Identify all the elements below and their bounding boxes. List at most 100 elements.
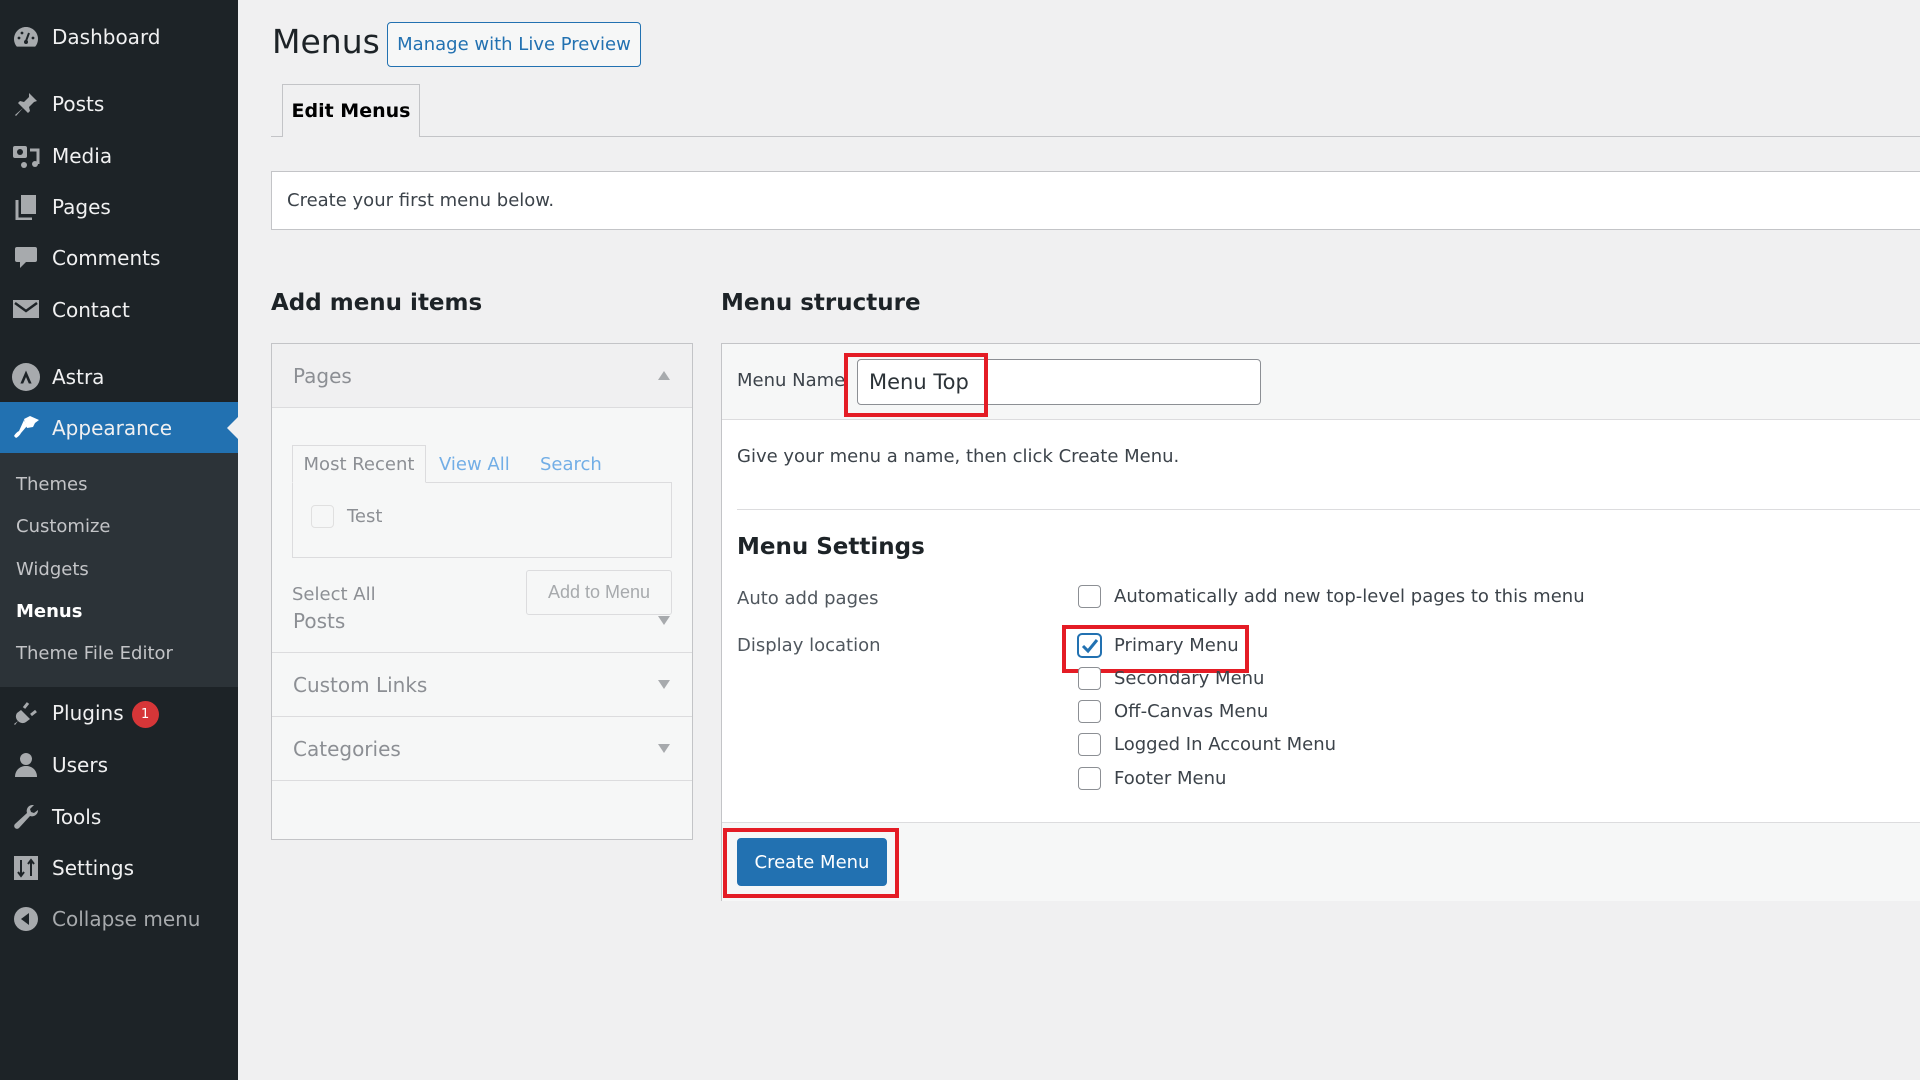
tab-most-recent[interactable]: Most Recent bbox=[292, 445, 426, 483]
location-footer-menu[interactable]: Footer Menu bbox=[1078, 767, 1226, 790]
accordion-posts[interactable]: Posts bbox=[272, 589, 692, 653]
checkbox[interactable] bbox=[1078, 733, 1101, 756]
checkbox[interactable] bbox=[1078, 585, 1101, 608]
sidebar-item-astra[interactable]: Astra bbox=[0, 355, 238, 399]
pages-accordion-body: Most Recent View All Search Test Select … bbox=[272, 408, 692, 615]
wrench-icon bbox=[12, 803, 40, 831]
section-divider bbox=[737, 509, 1920, 510]
paintbrush-icon bbox=[12, 414, 40, 442]
accordion-title: Pages bbox=[293, 363, 352, 388]
manage-live-preview-button[interactable]: Manage with Live Preview bbox=[387, 22, 641, 67]
accordion-custom-links[interactable]: Custom Links bbox=[272, 653, 692, 717]
accordion-pages[interactable]: Pages bbox=[272, 344, 692, 408]
option-label: Automatically add new top-level pages to… bbox=[1114, 586, 1585, 607]
tab-view-all[interactable]: View All bbox=[439, 445, 510, 483]
expand-triangle-icon bbox=[658, 744, 670, 753]
location-secondary-menu[interactable]: Secondary Menu bbox=[1078, 667, 1264, 690]
option-label: Logged In Account Menu bbox=[1114, 734, 1337, 755]
admin-sidebar: Dashboard Posts Media Pages Comments Con… bbox=[0, 0, 238, 1080]
plugins-label: Plugins bbox=[52, 700, 124, 725]
checkbox[interactable] bbox=[1078, 767, 1101, 790]
sidebar-item-label: Dashboard bbox=[52, 25, 161, 49]
sliders-icon bbox=[12, 854, 40, 882]
sidebar-item-users[interactable]: Users bbox=[0, 743, 238, 787]
accordion-categories[interactable]: Categories bbox=[272, 717, 692, 781]
expand-triangle-icon bbox=[658, 616, 670, 625]
astra-logo-icon bbox=[12, 363, 40, 391]
pages-icon bbox=[12, 193, 40, 221]
collapse-triangle-icon bbox=[658, 371, 670, 380]
location-logged-in-account-menu[interactable]: Logged In Account Menu bbox=[1078, 733, 1336, 756]
tab-search[interactable]: Search bbox=[540, 445, 602, 483]
menu-structure-heading: Menu structure bbox=[721, 290, 921, 316]
tab-edit-menus[interactable]: Edit Menus bbox=[282, 84, 420, 137]
sidebar-item-settings[interactable]: Settings bbox=[0, 846, 238, 890]
auto-add-pages-option[interactable]: Automatically add new top-level pages to… bbox=[1078, 585, 1585, 608]
dashboard-icon bbox=[12, 23, 40, 51]
checkbox-checked[interactable] bbox=[1078, 634, 1101, 657]
sidebar-item-pages[interactable]: Pages bbox=[0, 185, 238, 229]
checkbox[interactable] bbox=[1078, 667, 1101, 690]
accordion-title: Categories bbox=[293, 736, 401, 761]
pages-list: Test bbox=[292, 482, 672, 558]
sidebar-item-label: Astra bbox=[52, 365, 105, 389]
menu-structure-panel: Menu Name Give your menu a name, then cl… bbox=[721, 343, 1920, 901]
sidebar-item-plugins[interactable]: Plugins 1 bbox=[0, 692, 238, 736]
user-icon bbox=[12, 751, 40, 779]
option-label: Primary Menu bbox=[1114, 635, 1239, 656]
update-count-badge: 1 bbox=[131, 700, 159, 728]
location-primary-menu[interactable]: Primary Menu bbox=[1078, 634, 1239, 657]
envelope-icon bbox=[12, 296, 40, 324]
media-icon bbox=[12, 142, 40, 170]
collapse-menu-button[interactable]: Collapse menu bbox=[0, 897, 238, 941]
pushpin-icon bbox=[12, 90, 40, 118]
page-item-test[interactable]: Test bbox=[311, 505, 382, 528]
option-label: Secondary Menu bbox=[1114, 668, 1265, 689]
option-label: Footer Menu bbox=[1114, 768, 1227, 789]
notice-message: Create your first menu below. bbox=[271, 171, 1920, 230]
display-location-label: Display location bbox=[737, 635, 881, 656]
sidebar-item-label: Collapse menu bbox=[52, 907, 201, 931]
auto-add-pages-label: Auto add pages bbox=[737, 588, 879, 609]
sidebar-item-label: Users bbox=[52, 753, 109, 777]
menu-name-row: Menu Name bbox=[722, 344, 1920, 420]
sidebar-item-tools[interactable]: Tools bbox=[0, 795, 238, 839]
sidebar-item-label: Tools bbox=[52, 805, 102, 829]
sidebar-item-appearance[interactable]: Appearance bbox=[0, 402, 238, 453]
sidebar-item-label: Pages bbox=[52, 195, 111, 219]
menu-instructions: Give your menu a name, then click Create… bbox=[737, 446, 1180, 467]
checkbox[interactable] bbox=[311, 505, 334, 528]
checkmark-icon bbox=[1081, 638, 1098, 653]
menu-name-label: Menu Name bbox=[737, 370, 846, 391]
menu-name-input[interactable] bbox=[857, 359, 1261, 405]
option-label: Off-Canvas Menu bbox=[1114, 701, 1269, 722]
sidebar-item-media[interactable]: Media bbox=[0, 134, 238, 178]
add-menu-items-panel: Pages Most Recent View All Search Test S… bbox=[271, 343, 693, 840]
location-off-canvas-menu[interactable]: Off-Canvas Menu bbox=[1078, 700, 1268, 723]
sidebar-item-posts[interactable]: Posts bbox=[0, 82, 238, 126]
sidebar-item-comments[interactable]: Comments bbox=[0, 236, 238, 280]
create-menu-button[interactable]: Create Menu bbox=[737, 838, 887, 886]
collapse-arrow-icon bbox=[12, 905, 40, 933]
accordion-title: Custom Links bbox=[293, 672, 428, 697]
sidebar-item-label: Media bbox=[52, 144, 113, 168]
sidebar-item-dashboard[interactable]: Dashboard bbox=[0, 15, 238, 59]
accordion-title: Posts bbox=[293, 608, 346, 633]
submenu-item-theme-file-editor[interactable]: Theme File Editor bbox=[16, 643, 173, 664]
sidebar-item-label: Settings bbox=[52, 856, 135, 880]
submenu-item-customize[interactable]: Customize bbox=[16, 516, 110, 537]
sidebar-item-label: Plugins 1 bbox=[52, 700, 159, 728]
comment-icon bbox=[12, 244, 40, 272]
sidebar-item-label: Contact bbox=[52, 298, 130, 322]
sidebar-item-label: Appearance bbox=[52, 415, 173, 440]
expand-triangle-icon bbox=[658, 680, 670, 689]
page-title: Menus bbox=[272, 22, 380, 61]
menu-settings-heading: Menu Settings bbox=[737, 534, 925, 560]
submenu-item-widgets[interactable]: Widgets bbox=[16, 559, 89, 580]
active-indicator bbox=[227, 417, 238, 439]
submenu-item-themes[interactable]: Themes bbox=[16, 474, 87, 495]
menu-structure-footer: Create Menu bbox=[722, 822, 1920, 901]
sidebar-item-contact[interactable]: Contact bbox=[0, 288, 238, 332]
submenu-item-menus[interactable]: Menus bbox=[16, 601, 82, 622]
checkbox[interactable] bbox=[1078, 700, 1101, 723]
